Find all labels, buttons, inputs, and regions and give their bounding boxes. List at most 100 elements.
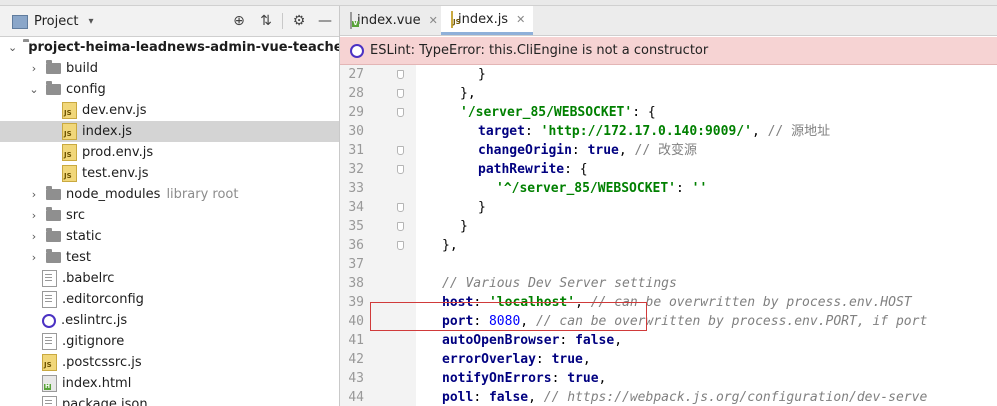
close-icon[interactable]: ✕ xyxy=(429,14,438,27)
tree-item-src[interactable]: › src xyxy=(0,205,339,226)
project-icon xyxy=(12,14,28,29)
tree-item-node-modules[interactable]: › node_modules library root xyxy=(0,184,339,205)
collapse-all-icon[interactable]: ⇅ xyxy=(257,12,275,30)
code-line: }, xyxy=(460,84,476,103)
fold-marker-icon[interactable] xyxy=(397,89,404,98)
fold-marker-icon[interactable] xyxy=(397,203,404,212)
code-token: false xyxy=(488,390,529,405)
tree-item-index-html[interactable]: Hindex.html xyxy=(0,373,339,394)
tree-item-label: config xyxy=(66,82,106,97)
code-token: : xyxy=(559,333,576,348)
line-number: 30 xyxy=(348,124,364,139)
tree-item-postcssrc-js[interactable]: JS .postcssrc.js xyxy=(0,352,339,373)
code-token: poll xyxy=(442,390,474,405)
tree-item-hint: library root xyxy=(166,187,239,202)
line-number-gutter: 27 28 29 30 31 32 33 34 35 36 37 38 39 40 41 42 43 44 xyxy=(340,65,416,406)
code-token: : xyxy=(524,124,541,139)
code-token: , xyxy=(751,124,768,139)
tree-item-config[interactable]: ⌄ config xyxy=(0,79,339,100)
tree-item-eslintrc-js[interactable]: .eslintrc.js xyxy=(0,310,339,331)
tree-item-prod-env-js[interactable]: JS prod.env.js xyxy=(0,142,339,163)
text-file-icon xyxy=(42,291,57,308)
code-token: } xyxy=(460,219,468,234)
chevron-right-icon[interactable]: › xyxy=(28,188,40,201)
code-token: notifyOnErrors xyxy=(442,371,552,386)
chevron-right-icon[interactable]: › xyxy=(28,209,40,222)
code-line: '^/server_85/WEBSOCKET': '' xyxy=(496,179,707,198)
fold-marker-icon[interactable] xyxy=(397,108,404,117)
tree-item-label: index.js xyxy=(82,124,133,139)
project-view-selector[interactable]: Project ▾ xyxy=(12,14,94,29)
chevron-right-icon[interactable]: › xyxy=(28,62,40,75)
tree-item-babelrc[interactable]: .babelrc xyxy=(0,268,339,289)
code-token: target xyxy=(478,124,525,139)
line-number: 44 xyxy=(348,390,364,405)
js-file-icon: JS xyxy=(62,102,77,119)
tree-item-package-json[interactable]: package.json xyxy=(0,394,339,406)
fold-marker-icon[interactable] xyxy=(397,241,404,250)
chevron-right-icon[interactable]: › xyxy=(28,230,40,243)
code-token: } xyxy=(478,200,486,215)
line-number: 32 xyxy=(348,162,364,177)
gear-icon[interactable]: ⚙ xyxy=(290,12,308,30)
code-content[interactable]: }}, '/server_85/WEBSOCKET': {target: 'htt… xyxy=(424,65,997,406)
code-token: : xyxy=(535,352,552,367)
code-token: // 改变源 xyxy=(634,143,698,158)
code-token: , xyxy=(598,371,607,386)
code-line: // Various Dev Server settings xyxy=(442,274,677,293)
tree-item-gitignore[interactable]: .gitignore xyxy=(0,331,339,352)
js-file-icon: JS xyxy=(62,123,77,140)
project-panel: Project ▾ ⊕ ⇅ ⚙ — ⌄ project-heima-leadnew… xyxy=(0,6,340,406)
header-divider xyxy=(282,13,283,29)
tree-item-index-js[interactable]: JS index.js xyxy=(0,121,339,142)
tree-item-label: static xyxy=(66,229,102,244)
editor-area: V index.vue ✕ JS index.js ✕ ESLint: Type… xyxy=(340,6,997,406)
code-token: changeOrigin xyxy=(478,143,572,158)
tree-item-label: .postcssrc.js xyxy=(62,355,142,370)
fold-marker-icon[interactable] xyxy=(397,70,404,79)
chevron-down-icon[interactable]: ⌄ xyxy=(28,83,40,96)
fold-marker-icon[interactable] xyxy=(397,146,404,155)
line-number: 33 xyxy=(348,181,364,196)
code-token: : xyxy=(571,143,588,158)
tree-item-label: package.json xyxy=(62,397,148,406)
tree-item-project-heima-leadnews-admin-vue-teacher[interactable]: ⌄ project-heima-leadnews-admin-vue-teache… xyxy=(0,37,339,58)
folder-icon xyxy=(46,249,61,263)
tab-index-vue[interactable]: V index.vue ✕ xyxy=(340,6,440,35)
code-line: '/server_85/WEBSOCKET': { xyxy=(460,103,656,122)
tree-item-test-env-js[interactable]: JS test.env.js xyxy=(0,163,339,184)
tree-item-static[interactable]: › static xyxy=(0,226,339,247)
close-icon[interactable]: ✕ xyxy=(516,13,525,26)
code-token: : { xyxy=(632,105,656,120)
code-token: true xyxy=(551,352,583,367)
fold-marker-icon[interactable] xyxy=(397,165,404,174)
js-file-icon: JS xyxy=(42,354,57,371)
line-number: 39 xyxy=(348,295,364,310)
line-number: 36 xyxy=(348,238,364,253)
line-number: 42 xyxy=(348,352,364,367)
text-file-icon xyxy=(42,396,57,406)
hide-panel-icon[interactable]: — xyxy=(316,12,334,30)
line-number: 41 xyxy=(348,333,364,348)
code-token: 'http://172.17.0.140:9009/' xyxy=(540,124,752,139)
tree-item-editorconfig[interactable]: .editorconfig xyxy=(0,289,339,310)
locate-file-icon[interactable]: ⊕ xyxy=(230,12,248,30)
chevron-right-icon[interactable]: › xyxy=(28,251,40,264)
tree-item-label: test.env.js xyxy=(82,166,149,181)
code-token: true xyxy=(587,143,619,158)
code-token: , xyxy=(528,390,544,405)
tab-index-js[interactable]: JS index.js ✕ xyxy=(441,6,533,35)
project-panel-header: Project ▾ ⊕ ⇅ ⚙ — xyxy=(0,6,339,37)
tree-item-label: .gitignore xyxy=(62,334,125,349)
code-token: // Various Dev Server settings xyxy=(442,276,677,291)
project-tree: ⌄ project-heima-leadnews-admin-vue-teache… xyxy=(0,37,339,406)
tree-item-dev-env-js[interactable]: JS dev.env.js xyxy=(0,100,339,121)
eslint-error-text: ESLint: TypeError: this.CliEngine is not… xyxy=(370,43,709,58)
chevron-down-icon[interactable]: ⌄ xyxy=(8,41,17,54)
eslint-icon xyxy=(42,313,56,328)
eslint-error-banner: ESLint: TypeError: this.CliEngine is not… xyxy=(340,37,997,65)
tree-item-build[interactable]: › build xyxy=(0,58,339,79)
tree-item-test[interactable]: › test xyxy=(0,247,339,268)
code-token: : xyxy=(676,181,692,196)
fold-marker-icon[interactable] xyxy=(397,222,404,231)
